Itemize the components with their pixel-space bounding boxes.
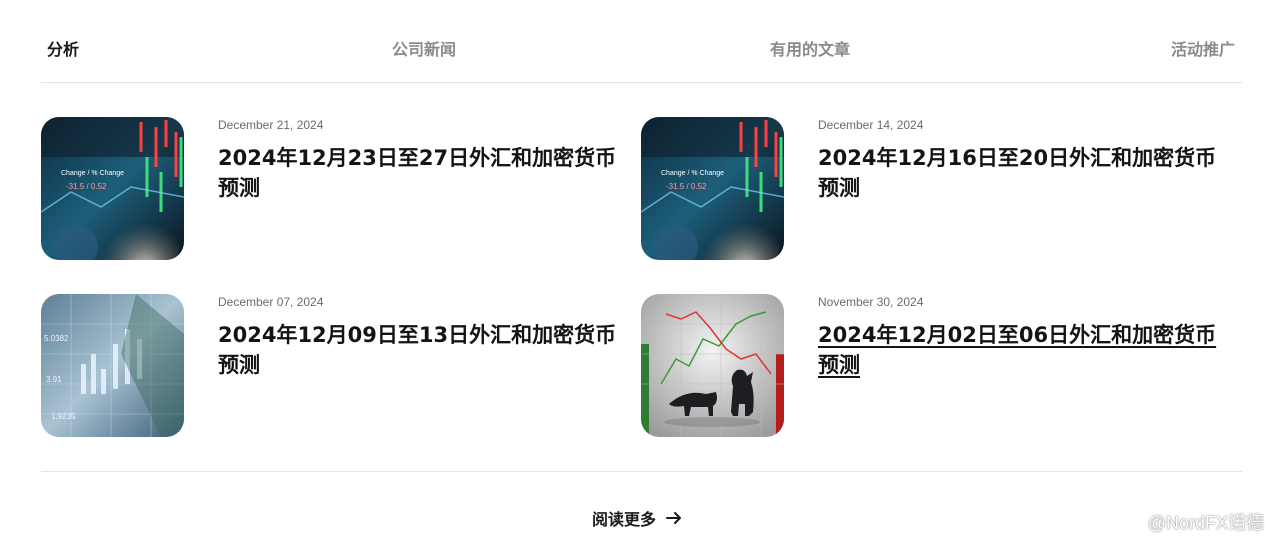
image-caption-text: 1.9235 (51, 412, 76, 421)
image-caption-text: -31.5 / 0.52 (66, 182, 107, 191)
image-caption-text: 5.0382 (44, 334, 69, 343)
article-date: December 07, 2024 (218, 295, 324, 309)
article-title-link[interactable]: 2024年12月09日至13日外汇和加密货币预测 (218, 320, 618, 380)
read-more-label: 阅读更多 (592, 510, 657, 529)
article-date: December 21, 2024 (218, 118, 324, 132)
candlestick-dollar-image[interactable]: 5.0382 3.91 1.9235 (41, 294, 184, 437)
watermark: @NordFX诺德 (1126, 509, 1264, 535)
arrow-right-icon (666, 512, 682, 524)
market-screen-coins-image[interactable]: Change / % Change -31.5 / 0.52 (641, 117, 784, 260)
tabs-divider (41, 82, 1242, 83)
read-more-button[interactable]: 阅读更多 (592, 506, 682, 530)
image-caption-text: 3.91 (46, 375, 62, 384)
article-date: November 30, 2024 (818, 295, 924, 309)
watermark-text: @NordFX诺德 (1147, 513, 1264, 533)
article-title-link[interactable]: 2024年12月02日至06日外汇和加密货币预测 (818, 320, 1218, 380)
tab-useful-articles[interactable]: 有用的文章 (770, 36, 850, 60)
category-tabs: 分析 公司新闻 有用的文章 活动推广 (41, 30, 1241, 62)
article-card: November 30, 2024 2024年12月02日至06日外汇和加密货币… (641, 294, 1221, 438)
image-caption-text: Change / % Change (61, 170, 124, 177)
tab-company-news[interactable]: 公司新闻 (392, 36, 456, 60)
wechat-logo-icon (1126, 514, 1145, 532)
bull-bear-chart-image[interactable] (641, 294, 784, 437)
article-title-link[interactable]: 2024年12月23日至27日外汇和加密货币预测 (218, 143, 618, 203)
image-caption-text: -31.5 / 0.52 (666, 182, 707, 191)
tab-promotions[interactable]: 活动推广 (1171, 36, 1235, 60)
tab-analysis[interactable]: 分析 (47, 36, 79, 60)
article-card: Change / % Change -31.5 / 0.52 December … (41, 117, 621, 261)
image-caption-text: Change / % Change (661, 170, 724, 177)
article-title-link[interactable]: 2024年12月16日至20日外汇和加密货币预测 (818, 143, 1218, 203)
article-card: 5.0382 3.91 1.9235 December 07, 2024 202… (41, 294, 621, 438)
article-date: December 14, 2024 (818, 118, 924, 132)
footer-divider (41, 471, 1242, 472)
market-screen-coins-image[interactable]: Change / % Change -31.5 / 0.52 (41, 117, 184, 260)
article-card: Change / % Change -31.5 / 0.52 December … (641, 117, 1221, 261)
